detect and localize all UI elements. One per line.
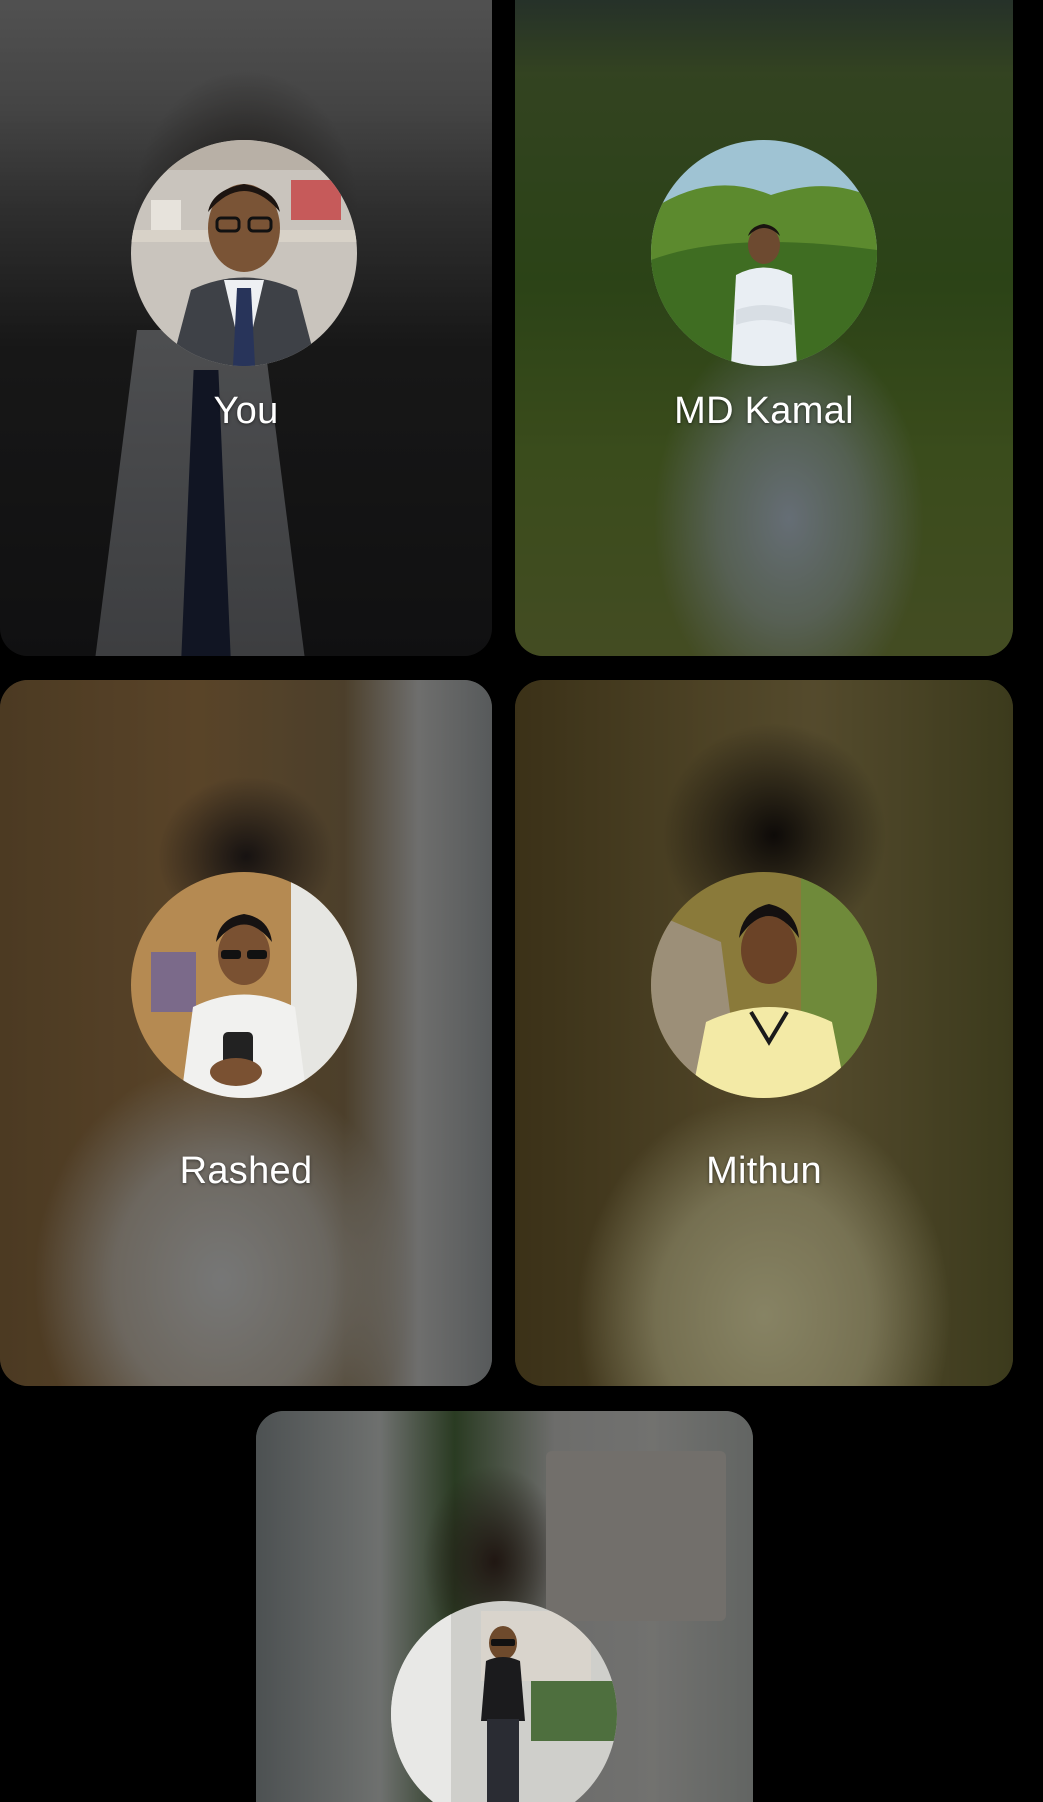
avatar-photo	[131, 140, 357, 366]
avatar-photo	[651, 872, 877, 1098]
participant-tile-md-kamal[interactable]: MD Kamal	[515, 0, 1013, 656]
participant-name: You	[213, 390, 279, 432]
avatar	[131, 140, 357, 366]
participant-tile-rashed[interactable]: Rashed	[0, 680, 492, 1386]
avatar	[131, 872, 357, 1098]
avatar-photo	[651, 140, 877, 366]
participant-tile-you[interactable]: You	[0, 0, 492, 656]
participant-name: Mithun	[706, 1150, 822, 1192]
avatar	[651, 140, 877, 366]
video-call-grid: You MD Kamal Rashed Mithun	[0, 0, 1043, 1802]
avatar-photo	[131, 872, 357, 1098]
avatar	[651, 872, 877, 1098]
participant-tile[interactable]	[256, 1411, 753, 1802]
participant-name: MD Kamal	[674, 390, 854, 432]
participant-tile-mithun[interactable]: Mithun	[515, 680, 1013, 1386]
participant-name: Rashed	[179, 1150, 313, 1192]
